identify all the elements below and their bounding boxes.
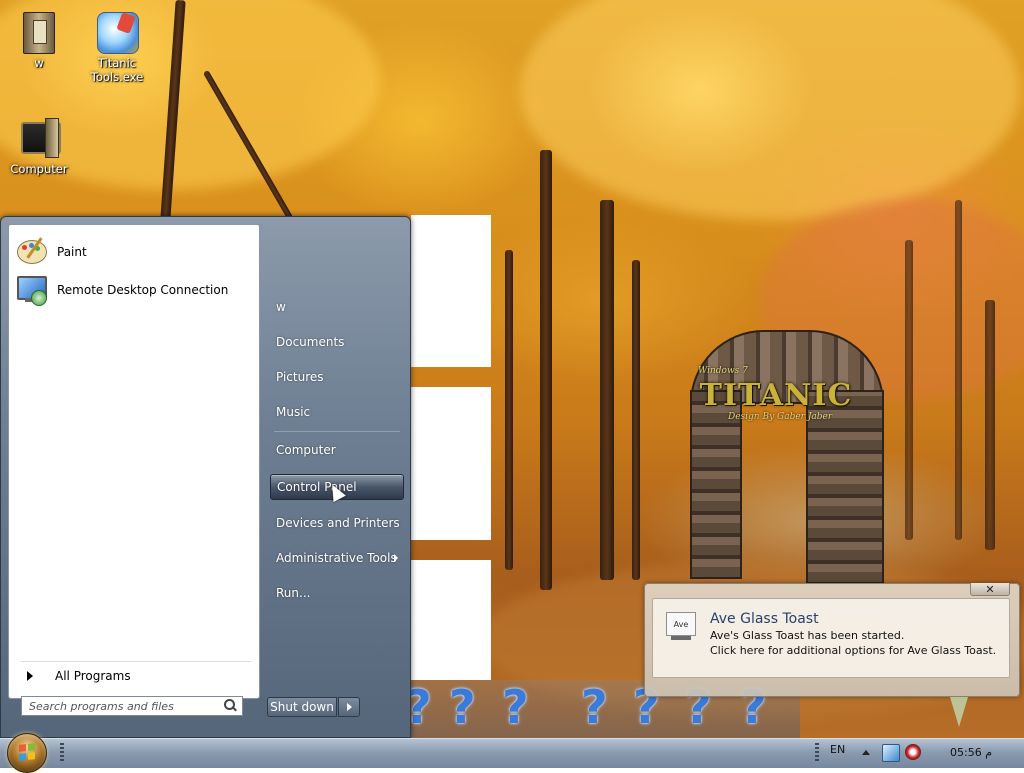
start-search-box[interactable] [21, 696, 243, 716]
taskbar-grip[interactable] [60, 743, 64, 763]
item-label: Control Panel [277, 480, 357, 494]
start-right-item-run[interactable]: Run... [270, 580, 404, 606]
toast-title: Ave Glass Toast [710, 611, 819, 627]
tree-trunk [540, 150, 552, 590]
tree-trunk [955, 200, 962, 540]
wallpaper-logo: TITANIC [699, 378, 853, 413]
program-paint[interactable]: Paint [15, 235, 253, 269]
item-label: Music [276, 405, 311, 419]
item-label: Run... [276, 586, 311, 600]
toast-options-link[interactable]: Click here for additional options for Av… [710, 644, 996, 657]
user-folder-icon [17, 10, 61, 54]
titanic-tools-icon [95, 10, 139, 54]
start-right-item-documents[interactable]: Documents [270, 329, 404, 355]
desktop-icon-label: Computer [10, 162, 68, 176]
item-label: Devices and Printers [276, 516, 400, 530]
tree-trunk [905, 240, 913, 540]
unknown-app-icon[interactable]: ? [502, 680, 529, 734]
taskbar-grip[interactable] [815, 743, 819, 763]
tree-trunk [985, 300, 995, 550]
submenu-arrow-icon [394, 554, 398, 562]
wallpaper-logo-bottom: Design By Gaber Jaber [728, 412, 833, 422]
toast-pointer [950, 697, 968, 727]
shutdown-button[interactable]: Shut down [267, 697, 337, 717]
tree-trunk [505, 250, 513, 570]
search-icon[interactable] [223, 699, 237, 713]
unknown-app-icon[interactable]: ? [581, 680, 608, 734]
toast-message: Ave's Glass Toast has been started. [710, 629, 905, 642]
all-programs-label: All Programs [55, 669, 131, 683]
unknown-app-icon[interactable]: ? [449, 680, 476, 734]
chevron-right-icon [346, 703, 352, 711]
security-shield-icon[interactable] [905, 744, 921, 760]
start-right-item-computer[interactable]: Computer [270, 437, 404, 463]
blank-window-area [411, 387, 491, 540]
start-right-item-pictures[interactable]: Pictures [270, 364, 404, 390]
item-label: Pictures [276, 370, 324, 384]
taskbar [0, 738, 1024, 768]
blank-window-area [411, 560, 491, 680]
program-label: Remote Desktop Connection [57, 283, 229, 297]
start-right-item-music[interactable]: Music [270, 399, 404, 425]
start-menu-programs-pane: Paint Remote Desktop Connection All Prog… [8, 224, 260, 699]
foliage [520, 0, 1020, 220]
desktop-icon-label: w [34, 56, 44, 70]
desktop-icon-label: Titanic Tools.exe [90, 56, 144, 84]
close-icon[interactable]: ✕ [970, 583, 1010, 596]
tree-trunk [600, 200, 614, 580]
desktop-icon-w[interactable]: w [0, 10, 78, 70]
toast-app-icon: Ave [666, 612, 696, 640]
desktop-icon-computer[interactable]: Computer [0, 116, 78, 176]
clock[interactable]: 05:56 م [950, 746, 992, 759]
program-remote-desktop-connection[interactable]: Remote Desktop Connection [15, 273, 253, 307]
desktop-icon-titanic-tools[interactable]: Titanic Tools.exe [78, 10, 156, 84]
search-input[interactable] [27, 698, 217, 714]
paint-palette-icon [15, 236, 47, 268]
all-programs-button[interactable]: All Programs [21, 661, 251, 688]
wallpaper-logo-top: Windows 7 [698, 366, 748, 376]
blank-window-area [411, 215, 491, 367]
start-right-item-devices-and-printers[interactable]: Devices and Printers [270, 510, 404, 536]
computer-icon [17, 116, 61, 160]
item-label: Documents [276, 335, 345, 349]
network-icon[interactable] [882, 744, 900, 762]
program-label: Paint [57, 245, 87, 259]
show-hidden-icons-chevron-icon[interactable] [862, 750, 870, 755]
start-right-item-administrative-tools[interactable]: Administrative Tools [270, 545, 404, 571]
tree-trunk [632, 260, 640, 580]
expand-arrow-icon [27, 671, 33, 681]
menu-separator [274, 431, 400, 432]
start-right-item-user-folder[interactable]: w [270, 294, 404, 320]
language-indicator[interactable]: EN [830, 743, 845, 756]
item-label: w [276, 300, 286, 314]
item-label: Administrative Tools [276, 551, 397, 565]
item-label: Computer [276, 443, 336, 457]
start-button[interactable] [7, 733, 47, 773]
shutdown-options-button[interactable] [338, 697, 360, 717]
remote-desktop-icon [15, 274, 47, 306]
